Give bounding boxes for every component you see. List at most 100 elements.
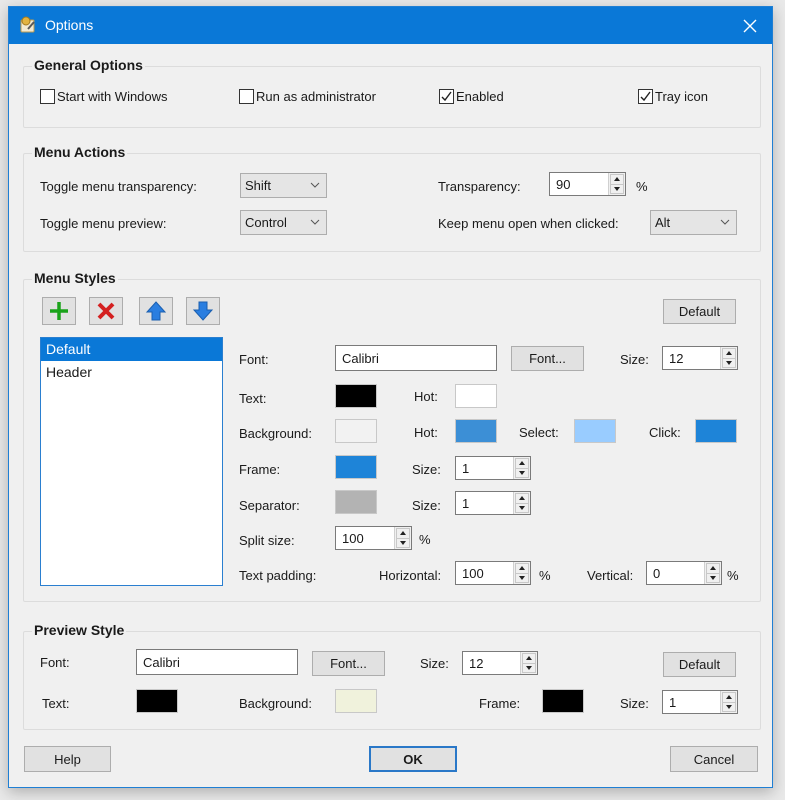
vertical-label: Vertical: [587,568,634,583]
spinner-value[interactable]: 12 [463,656,520,671]
preview-font-button[interactable]: Font... [312,651,385,676]
delete-style-button[interactable] [89,297,123,325]
separator-label: Separator: [239,498,300,513]
checkbox-box[interactable] [439,89,454,104]
spin-up-button[interactable] [522,653,536,664]
preview-font-field[interactable]: Calibri [136,649,298,675]
toggle-preview-select[interactable]: Control [240,210,327,235]
tray-icon-checkbox[interactable]: Tray icon [638,89,708,104]
options-dialog: Options General Options Start with Windo… [8,6,773,788]
checkbox-box[interactable] [239,89,254,104]
ok-button[interactable]: OK [369,746,457,772]
cancel-button[interactable]: Cancel [670,746,758,772]
click-label: Click: [649,425,681,440]
arrow-up-icon [145,301,167,321]
spinner-value[interactable]: 100 [336,531,394,546]
run-as-admin-checkbox[interactable]: Run as administrator [239,89,376,104]
spinner-value[interactable]: 100 [456,566,513,581]
preview-default-button[interactable]: Default [663,652,736,677]
start-with-windows-checkbox[interactable]: Start with Windows [40,89,168,104]
separator-color-swatch[interactable] [335,490,377,514]
keep-open-select[interactable]: Alt [650,210,737,235]
spin-down-button[interactable] [515,573,529,583]
checkbox-box[interactable] [638,89,653,104]
separator-size-spinner[interactable]: 1 [455,491,531,515]
background-hot-color-swatch[interactable] [455,419,497,443]
help-button[interactable]: Help [24,746,111,772]
spin-down-button[interactable] [522,663,536,673]
spin-up-button[interactable] [706,563,720,574]
vertical-unit: % [727,568,739,583]
preview-font-label: Font: [40,655,70,670]
menu-styles-default-button[interactable]: Default [663,299,736,324]
text-hot-color-swatch[interactable] [455,384,497,408]
spinner-value[interactable]: 0 [647,566,704,581]
spin-up-button[interactable] [515,493,529,504]
spin-down-button[interactable] [722,358,736,368]
transparency-spinner[interactable]: 90 [549,172,626,196]
preview-background-color-swatch[interactable] [335,689,377,713]
preview-frame-color-swatch[interactable] [542,689,584,713]
arrow-up-icon [726,351,732,356]
checkbox-box[interactable] [40,89,55,104]
preview-text-color-swatch[interactable] [136,689,178,713]
preview-style-group: Preview Style [23,622,761,730]
frame-color-swatch[interactable] [335,455,377,479]
spin-down-button[interactable] [706,573,720,583]
spinner-value[interactable]: 1 [456,496,513,511]
click-color-swatch[interactable] [695,419,737,443]
spin-up-button[interactable] [722,692,736,703]
horizontal-unit: % [539,568,551,583]
spinner-value[interactable]: 90 [550,177,608,192]
menu-actions-group: Menu Actions [23,144,761,252]
spinner-value[interactable]: 1 [663,695,720,710]
background-hot-label: Hot: [414,425,438,440]
list-item[interactable]: Header [41,361,222,384]
spinner-value[interactable]: 1 [456,461,513,476]
arrow-up-icon [526,656,532,661]
spin-down-button[interactable] [610,184,624,194]
add-style-button[interactable] [42,297,76,325]
toggle-preview-label: Toggle menu preview: [40,216,167,231]
spin-down-button[interactable] [722,702,736,712]
font-button[interactable]: Font... [511,346,584,371]
spin-up-button[interactable] [722,348,736,359]
move-down-button[interactable] [186,297,220,325]
horizontal-padding-spinner[interactable]: 100 [455,561,531,585]
select-color-swatch[interactable] [574,419,616,443]
spin-up-button[interactable] [515,563,529,574]
spin-down-button[interactable] [515,468,529,478]
spin-up-button[interactable] [515,458,529,469]
checkbox-label: Enabled [456,89,504,104]
preview-size-spinner[interactable]: 12 [462,651,538,675]
split-size-spinner[interactable]: 100 [335,526,412,550]
list-item[interactable]: Default [41,338,222,361]
arrow-down-icon [614,186,620,191]
vertical-padding-spinner[interactable]: 0 [646,561,722,585]
preview-frame-size-spinner[interactable]: 1 [662,690,738,714]
move-up-button[interactable] [139,297,173,325]
background-color-swatch[interactable] [335,419,377,443]
arrow-up-icon [519,496,525,501]
font-field[interactable]: Calibri [335,345,497,371]
arrow-down-icon [519,470,525,475]
frame-size-spinner[interactable]: 1 [455,456,531,480]
toggle-transparency-select[interactable]: Shift [240,173,327,198]
arrow-up-icon [726,695,732,700]
checkbox-label: Run as administrator [256,89,376,104]
spin-down-button[interactable] [396,538,410,548]
chevron-down-icon [310,182,320,188]
font-size-spinner[interactable]: 12 [662,346,738,370]
enabled-checkbox[interactable]: Enabled [439,89,504,104]
font-label: Font: [239,352,269,367]
spin-up-button[interactable] [396,528,410,539]
spin-down-button[interactable] [515,503,529,513]
spin-up-button[interactable] [610,174,624,185]
text-color-swatch[interactable] [335,384,377,408]
window-title: Options [45,17,94,33]
spinner-value[interactable]: 12 [663,351,720,366]
menu-styles-title: Menu Styles [32,270,118,286]
close-button[interactable] [728,7,772,44]
arrow-down-icon [710,575,716,580]
checkbox-label: Start with Windows [57,89,168,104]
